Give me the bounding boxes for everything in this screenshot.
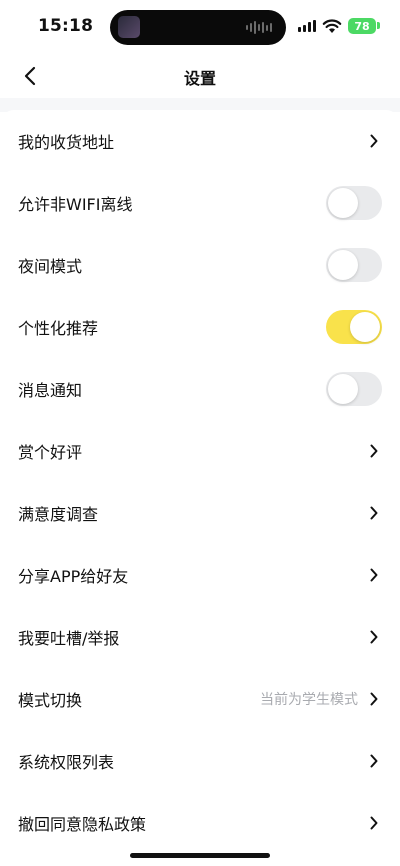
night-mode-toggle[interactable] [326, 248, 382, 282]
nav-bar: 设置 [0, 54, 400, 98]
chevron-right-icon [370, 816, 378, 830]
row-label: 赏个好评 [18, 443, 83, 462]
settings-row-non-wifi-offline: 允许非WIFI离线 [0, 172, 400, 234]
battery-icon: 78 [348, 18, 376, 34]
chevron-right-icon [370, 568, 378, 582]
current-mode-hint: 当前为学生模式 [260, 692, 358, 708]
signal-icon [298, 20, 316, 32]
settings-list: 我的收货地址 允许非WIFI离线 夜间模式 个性化推荐 消息通知 赏个好评 满意… [0, 110, 400, 854]
chevron-right-icon [370, 754, 378, 768]
wifi-icon [322, 19, 342, 33]
settings-row-notifications: 消息通知 [0, 358, 400, 420]
row-label: 夜间模式 [18, 257, 83, 276]
row-label: 我要吐槽/举报 [18, 629, 120, 648]
row-label: 模式切换 [18, 691, 83, 710]
settings-row-personalized-recommendation: 个性化推荐 [0, 296, 400, 358]
battery-cap [377, 22, 380, 29]
row-label: 撤回同意隐私政策 [18, 815, 147, 834]
status-time: 15:18 [38, 16, 94, 36]
settings-row-address[interactable]: 我的收货地址 [0, 110, 400, 172]
row-label: 允许非WIFI离线 [18, 195, 133, 214]
settings-row-mode-switch[interactable]: 模式切换 当前为学生模式 [0, 668, 400, 730]
chevron-right-icon [370, 692, 378, 706]
settings-row-feedback-report[interactable]: 我要吐槽/举报 [0, 606, 400, 668]
row-label: 满意度调查 [18, 505, 99, 524]
chevron-right-icon [370, 444, 378, 458]
personalized-recommendation-toggle[interactable] [326, 310, 382, 344]
row-label: 消息通知 [18, 381, 83, 400]
now-playing-artwork-icon [118, 16, 140, 38]
dynamic-island[interactable] [110, 10, 286, 45]
home-indicator[interactable] [130, 853, 270, 858]
toggle-knob [328, 374, 358, 404]
settings-row-night-mode: 夜间模式 [0, 234, 400, 296]
row-label: 分享APP给好友 [18, 567, 129, 586]
notifications-toggle[interactable] [326, 372, 382, 406]
settings-row-rate-app[interactable]: 赏个好评 [0, 420, 400, 482]
chevron-right-icon [370, 134, 378, 148]
row-label: 系统权限列表 [18, 753, 115, 772]
audio-waveform-icon [246, 20, 272, 35]
settings-row-system-permissions[interactable]: 系统权限列表 [0, 730, 400, 792]
settings-row-revoke-privacy-consent[interactable]: 撤回同意隐私政策 [0, 792, 400, 854]
chevron-right-icon [370, 630, 378, 644]
toggle-knob [328, 250, 358, 280]
page-title: 设置 [183, 69, 216, 88]
settings-row-share-app[interactable]: 分享APP给好友 [0, 544, 400, 606]
toggle-knob [328, 188, 358, 218]
toggle-knob [350, 312, 380, 342]
row-label: 个性化推荐 [18, 319, 99, 338]
row-label: 我的收货地址 [18, 133, 115, 152]
status-bar: 15:18 78 [0, 0, 400, 54]
non-wifi-offline-toggle[interactable] [326, 186, 382, 220]
chevron-right-icon [370, 506, 378, 520]
settings-row-satisfaction-survey[interactable]: 满意度调查 [0, 482, 400, 544]
